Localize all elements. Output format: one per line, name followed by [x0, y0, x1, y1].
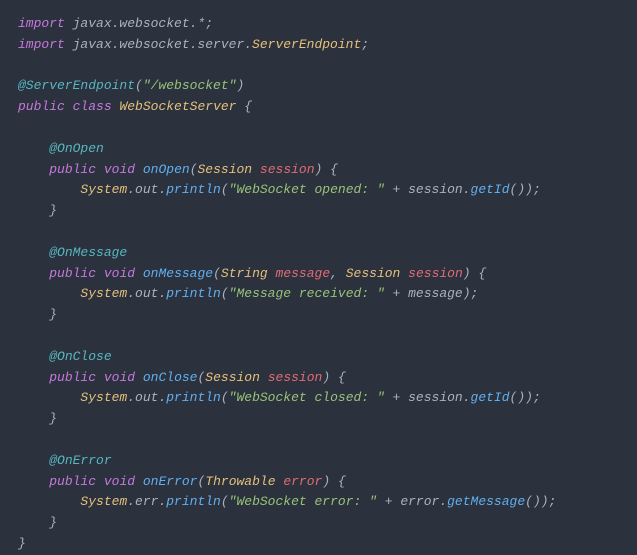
code-line: public void onError(Throwable error) {: [18, 472, 619, 493]
code-line: System.out.println("Message received: " …: [18, 284, 619, 305]
code-line: [18, 118, 619, 139]
code-line: public void onClose(Session session) {: [18, 368, 619, 389]
code-line: [18, 326, 619, 347]
code-block: import javax.websocket.*; import javax.w…: [18, 14, 619, 555]
code-line: @OnMessage: [18, 243, 619, 264]
code-line: [18, 430, 619, 451]
code-line: @OnOpen: [18, 139, 619, 160]
code-line: import javax.websocket.server.ServerEndp…: [18, 35, 619, 56]
code-line: @OnError: [18, 451, 619, 472]
code-line: System.out.println("WebSocket closed: " …: [18, 388, 619, 409]
code-line: [18, 222, 619, 243]
code-line: System.err.println("WebSocket error: " +…: [18, 492, 619, 513]
code-line: }: [18, 305, 619, 326]
code-line: System.out.println("WebSocket opened: " …: [18, 180, 619, 201]
code-line: }: [18, 513, 619, 534]
code-line: }: [18, 534, 619, 555]
code-line: public void onMessage(String message, Se…: [18, 264, 619, 285]
code-line: public void onOpen(Session session) {: [18, 160, 619, 181]
code-line: @ServerEndpoint("/websocket"): [18, 76, 619, 97]
code-line: import javax.websocket.*;: [18, 14, 619, 35]
code-line: }: [18, 201, 619, 222]
code-line: public class WebSocketServer {: [18, 97, 619, 118]
code-line: [18, 56, 619, 77]
code-line: }: [18, 409, 619, 430]
code-line: @OnClose: [18, 347, 619, 368]
